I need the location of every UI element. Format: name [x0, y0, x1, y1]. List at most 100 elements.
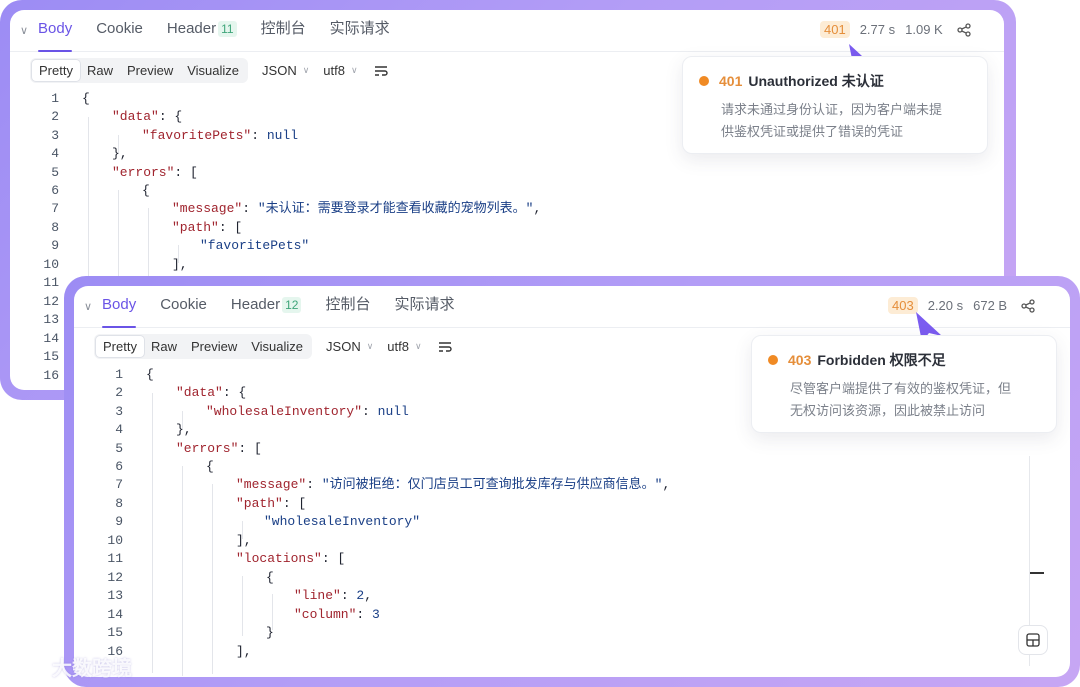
code-text: : [306, 477, 322, 492]
line-number: 10 [43, 257, 59, 272]
view-toolbar: Pretty Raw Preview Visualize JSON ∨ utf8 ∨ [94, 334, 452, 359]
tab-console[interactable]: 控制台 [261, 10, 306, 52]
tooltip-line: 供鉴权凭证或提供了错误的凭证 [721, 124, 904, 139]
json-key: "column" [294, 607, 357, 622]
view-preview[interactable]: Preview [184, 336, 244, 357]
view-visualize[interactable]: Visualize [180, 60, 246, 81]
json-key: "data" [176, 385, 223, 400]
status-tooltip: 403 Forbidden 权限不足 尽管客户端提供了有效的鉴权凭证，但 无权访问该… [751, 335, 1057, 433]
line-number: 6 [51, 183, 59, 198]
tab-cookie[interactable]: Cookie [160, 286, 207, 328]
json-key: "locations" [236, 551, 322, 566]
line-number: 15 [107, 625, 123, 640]
status-badge[interactable]: 401 [820, 21, 850, 38]
watermark-text: 大数跨境 [52, 658, 132, 680]
brand-logo-icon [9, 658, 43, 675]
tab-console[interactable]: 控制台 [325, 286, 370, 328]
tab-cookie[interactable]: Cookie [96, 10, 143, 52]
response-size: 1.09 K [905, 22, 943, 37]
line-number: 15 [43, 349, 59, 364]
line-number: 4 [115, 422, 123, 437]
collapse-panel-icon[interactable] [1030, 572, 1044, 574]
tooltip-code: 401 [719, 73, 743, 89]
format-select[interactable]: JSON ∨ [326, 339, 373, 354]
line-number: 7 [51, 201, 59, 216]
layout-toggle-button[interactable] [1018, 625, 1048, 655]
header-count-badge: 12 [282, 296, 302, 313]
view-preview[interactable]: Preview [120, 60, 180, 81]
line-number: 8 [51, 220, 59, 235]
code-text: : [362, 404, 378, 419]
chevron-down-icon: ∨ [302, 65, 310, 76]
line-number: 2 [51, 109, 59, 124]
code-text: , [662, 477, 671, 492]
tab-header-label: Header [230, 295, 281, 313]
tooltip-body: 尽管客户端提供了有效的鉴权凭证，但 无权访问该资源，因此被禁止访问 [768, 378, 1040, 422]
code-text: , [364, 588, 373, 603]
encoding-value: utf8 [387, 339, 409, 354]
json-value: null [377, 404, 409, 419]
code-text: : { [222, 385, 247, 400]
tab-header[interactable]: Header 12 [231, 286, 302, 328]
encoding-select[interactable]: utf8 ∨ [323, 63, 357, 78]
code-text: : [242, 201, 258, 216]
line-number: 9 [51, 238, 59, 253]
view-raw[interactable]: Raw [80, 60, 120, 81]
line-number: 1 [51, 91, 59, 106]
json-value: "wholesaleInventory" [264, 514, 421, 529]
layout-icon [1026, 633, 1040, 647]
chevron-down-icon: ∨ [366, 341, 374, 352]
code-text: : [340, 588, 357, 603]
code-text: , [533, 201, 542, 216]
tab-actual-request[interactable]: 实际请求 [330, 10, 390, 52]
json-key: "wholesaleInventory" [206, 404, 363, 419]
view-raw[interactable]: Raw [144, 336, 184, 357]
line-number: 14 [43, 331, 59, 346]
tab-header[interactable]: Header 11 [167, 10, 237, 52]
code-text: { [142, 183, 150, 198]
tooltip-line: 无权访问该资源，因此被禁止访问 [790, 403, 986, 418]
view-visualize[interactable]: Visualize [244, 336, 310, 357]
tab-actual-request[interactable]: 实际请求 [394, 286, 454, 328]
encoding-select[interactable]: utf8 ∨ [387, 339, 421, 354]
view-pretty[interactable]: Pretty [32, 60, 80, 81]
json-key: "line" [294, 588, 341, 603]
line-number: 6 [115, 459, 123, 474]
code-text: : [356, 607, 373, 622]
format-select[interactable]: JSON ∨ [262, 63, 309, 78]
view-pretty[interactable]: Pretty [96, 336, 144, 357]
response-time: 2.77 s [859, 22, 896, 37]
json-key: "data" [112, 109, 159, 124]
line-number: 5 [51, 165, 59, 180]
header-count-badge: 11 [218, 20, 237, 37]
collapse-icon[interactable]: ∨ [10, 24, 38, 37]
status-dot-icon [768, 355, 778, 365]
line-number: 2 [115, 385, 123, 400]
tooltip-line: 请求未通过身份认证，因为客户端未提 [721, 102, 943, 117]
code-text: : [ [321, 551, 346, 566]
format-value: JSON [262, 63, 297, 78]
code-text: : { [158, 109, 183, 124]
word-wrap-icon[interactable] [374, 65, 388, 77]
code-text: ], [236, 644, 252, 659]
share-icon[interactable] [1021, 298, 1035, 313]
word-wrap-icon[interactable] [438, 341, 452, 353]
code-text: { [266, 570, 274, 585]
line-number: 11 [107, 551, 123, 566]
watermark: 大数跨境 [8, 652, 132, 681]
line-number: 13 [43, 312, 59, 327]
collapse-icon[interactable]: ∨ [74, 300, 102, 313]
tab-body[interactable]: Body [102, 286, 137, 328]
tooltip-body: 请求未通过身份认证，因为客户端未提 供鉴权凭证或提供了错误的凭证 [699, 99, 971, 143]
tab-body[interactable]: Body [38, 10, 73, 52]
line-number: 3 [51, 128, 59, 143]
response-window-403: ∨ Body Cookie Header 12 控制台 实际请求 403 2.20… [64, 276, 1080, 687]
tooltip-title-text: Forbidden 权限不足 [817, 352, 946, 368]
indent-guide [212, 484, 213, 674]
json-value: "favoritePets" [200, 238, 310, 253]
view-toolbar: Pretty Raw Preview Visualize JSON ∨ utf8 ∨ [30, 58, 388, 83]
json-value: 3 [372, 607, 380, 622]
tooltip-title: 401 Unauthorized 未认证 [699, 71, 971, 91]
line-number: 13 [107, 588, 123, 603]
share-icon[interactable] [957, 22, 971, 37]
